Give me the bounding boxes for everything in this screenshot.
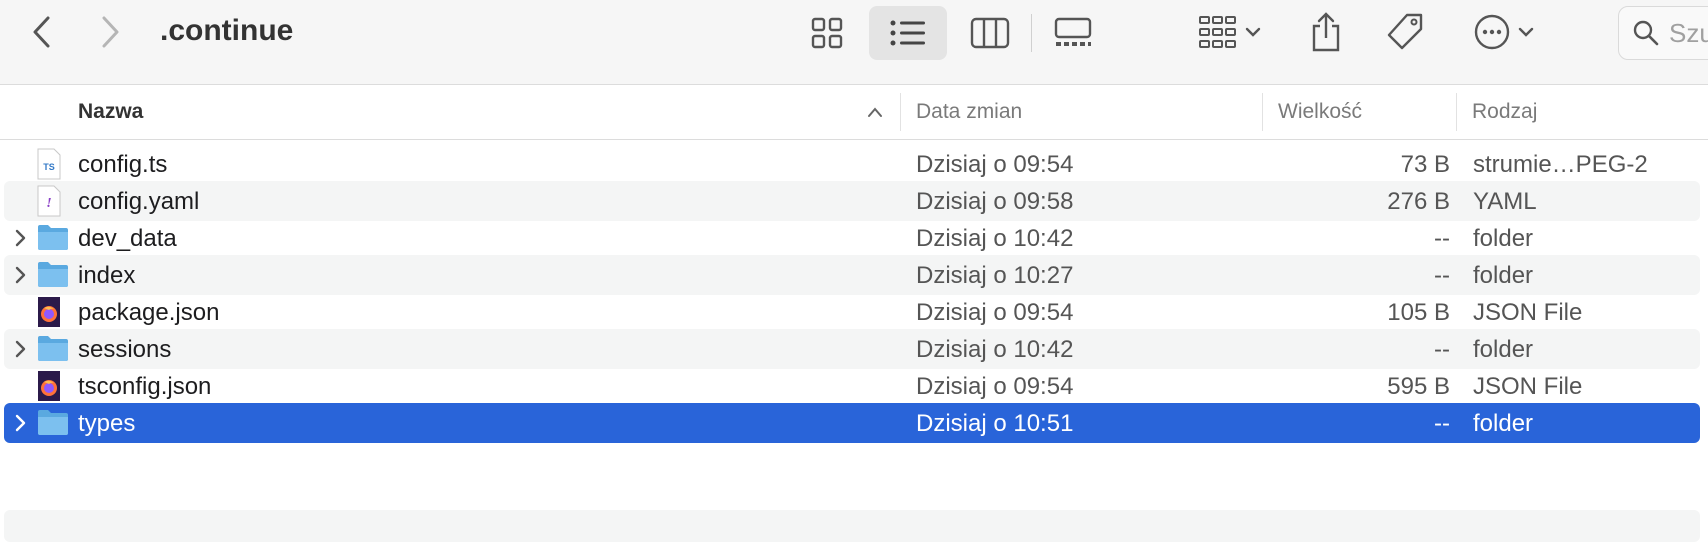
file-name: index [78, 262, 136, 289]
chevron-down-icon [1518, 27, 1534, 37]
search-icon [1633, 20, 1659, 46]
file-size: -- [1434, 262, 1450, 289]
file-date: Dzisiaj o 09:54 [916, 373, 1074, 400]
folder-icon [36, 407, 70, 439]
gallery-view-button[interactable] [1034, 6, 1112, 60]
file-date: Dzisiaj o 09:54 [916, 151, 1074, 178]
columns-view-icon [970, 17, 1010, 49]
file-kind: folder [1473, 336, 1534, 363]
sort-ascending-icon [868, 107, 882, 117]
file-size: -- [1434, 336, 1450, 363]
list-view-button[interactable] [869, 6, 947, 60]
file-date: Dzisiaj o 10:51 [916, 410, 1074, 437]
share-button[interactable] [1304, 8, 1348, 56]
file-date: Dzisiaj o 10:42 [916, 336, 1074, 363]
file-kind: folder [1473, 262, 1534, 289]
file-date: Dzisiaj o 10:27 [916, 262, 1074, 289]
file-row[interactable]: package.json Dzisiaj o 09:54 105 B JSON Fil… [4, 292, 1700, 332]
column-name-header[interactable]: Nazwa [78, 85, 143, 139]
file-row[interactable]: dev_data Dzisiaj o 10:42 -- folder [4, 218, 1700, 258]
file-name: config.ts [78, 151, 168, 178]
header-divider [1262, 93, 1263, 131]
file-row[interactable]: index Dzisiaj o 10:27 -- folder [4, 255, 1700, 295]
chevron-down-icon [1245, 27, 1261, 37]
folder-icon [36, 222, 70, 254]
file-row[interactable]: ! config.yaml Dzisiaj o 09:58 276 B YAML [4, 181, 1700, 221]
firefox-json-file-icon [36, 370, 70, 402]
back-button[interactable] [22, 12, 62, 52]
window-title: .continue [160, 14, 294, 47]
yaml-file-icon: ! [36, 185, 70, 217]
file-row[interactable]: TS config.ts Dzisiaj o 09:54 73 B strumie…PE… [4, 144, 1700, 184]
column-size-header[interactable]: Wielkość [1278, 85, 1362, 139]
tag-icon [1387, 13, 1423, 50]
firefox-json-file-icon [36, 296, 70, 328]
file-kind: YAML [1473, 188, 1537, 215]
ellipsis-circle-icon [1474, 14, 1510, 50]
file-name: types [78, 410, 136, 437]
file-name: package.json [78, 299, 220, 326]
file-name: tsconfig.json [78, 373, 212, 400]
group-by-button[interactable] [1190, 12, 1270, 52]
file-size: -- [1434, 410, 1450, 437]
file-date: Dzisiaj o 09:58 [916, 188, 1074, 215]
search-field[interactable]: Szu [1618, 6, 1708, 60]
group-grid-icon [1199, 16, 1236, 48]
disclosure-chevron-icon[interactable] [14, 226, 36, 250]
file-size: 73 B [1400, 151, 1450, 178]
ts-file-icon: TS [36, 148, 70, 180]
file-row[interactable]: tsconfig.json Dzisiaj o 09:54 595 B JSON Fi… [4, 366, 1700, 406]
file-kind: JSON File [1473, 373, 1583, 400]
tags-button[interactable] [1382, 10, 1428, 54]
column-header: Nazwa Data zmian Wielkość Rodzaj [0, 85, 1708, 140]
disclosure-chevron-icon[interactable] [14, 337, 36, 361]
header-divider [900, 93, 901, 131]
search-placeholder: Szu [1669, 17, 1708, 48]
share-icon [1312, 12, 1340, 52]
folder-icon [36, 333, 70, 365]
file-name: dev_data [78, 225, 177, 252]
file-date: Dzisiaj o 10:42 [916, 225, 1074, 252]
empty-row [4, 510, 1700, 542]
file-name: config.yaml [78, 188, 200, 215]
more-actions-button[interactable] [1466, 10, 1542, 54]
svg-text:TS: TS [43, 162, 55, 172]
column-view-button[interactable] [951, 6, 1029, 60]
column-date-header[interactable]: Data zmian [916, 85, 1022, 139]
file-kind: folder [1473, 410, 1534, 437]
file-kind: folder [1473, 225, 1534, 252]
svg-text:!: ! [46, 196, 51, 211]
file-size: 105 B [1387, 299, 1450, 326]
file-row[interactable]: types Dzisiaj o 10:51 -- folder [4, 403, 1700, 443]
gallery-view-icon [1054, 17, 1092, 46]
file-size: 276 B [1387, 188, 1450, 215]
file-kind: strumie…PEG-2 [1473, 151, 1648, 178]
file-name: sessions [78, 336, 172, 363]
file-size: -- [1434, 225, 1450, 252]
file-row[interactable]: sessions Dzisiaj o 10:42 -- folder [4, 329, 1700, 369]
file-date: Dzisiaj o 09:54 [916, 299, 1074, 326]
folder-icon [36, 259, 70, 291]
forward-button[interactable] [90, 12, 130, 52]
disclosure-chevron-icon[interactable] [14, 411, 36, 435]
header-divider [1456, 93, 1457, 131]
toolbar-divider [1031, 14, 1032, 52]
list-view-icon [890, 20, 925, 46]
column-kind-header[interactable]: Rodzaj [1472, 85, 1537, 139]
icon-view-button[interactable] [788, 6, 866, 60]
file-kind: JSON File [1473, 299, 1583, 326]
chevron-right-icon [102, 16, 119, 48]
chevron-left-icon [33, 16, 50, 48]
file-size: 595 B [1387, 373, 1450, 400]
toolbar: .continue Szu [0, 0, 1708, 85]
grid-view-icon [811, 17, 843, 49]
disclosure-chevron-icon[interactable] [14, 263, 36, 287]
